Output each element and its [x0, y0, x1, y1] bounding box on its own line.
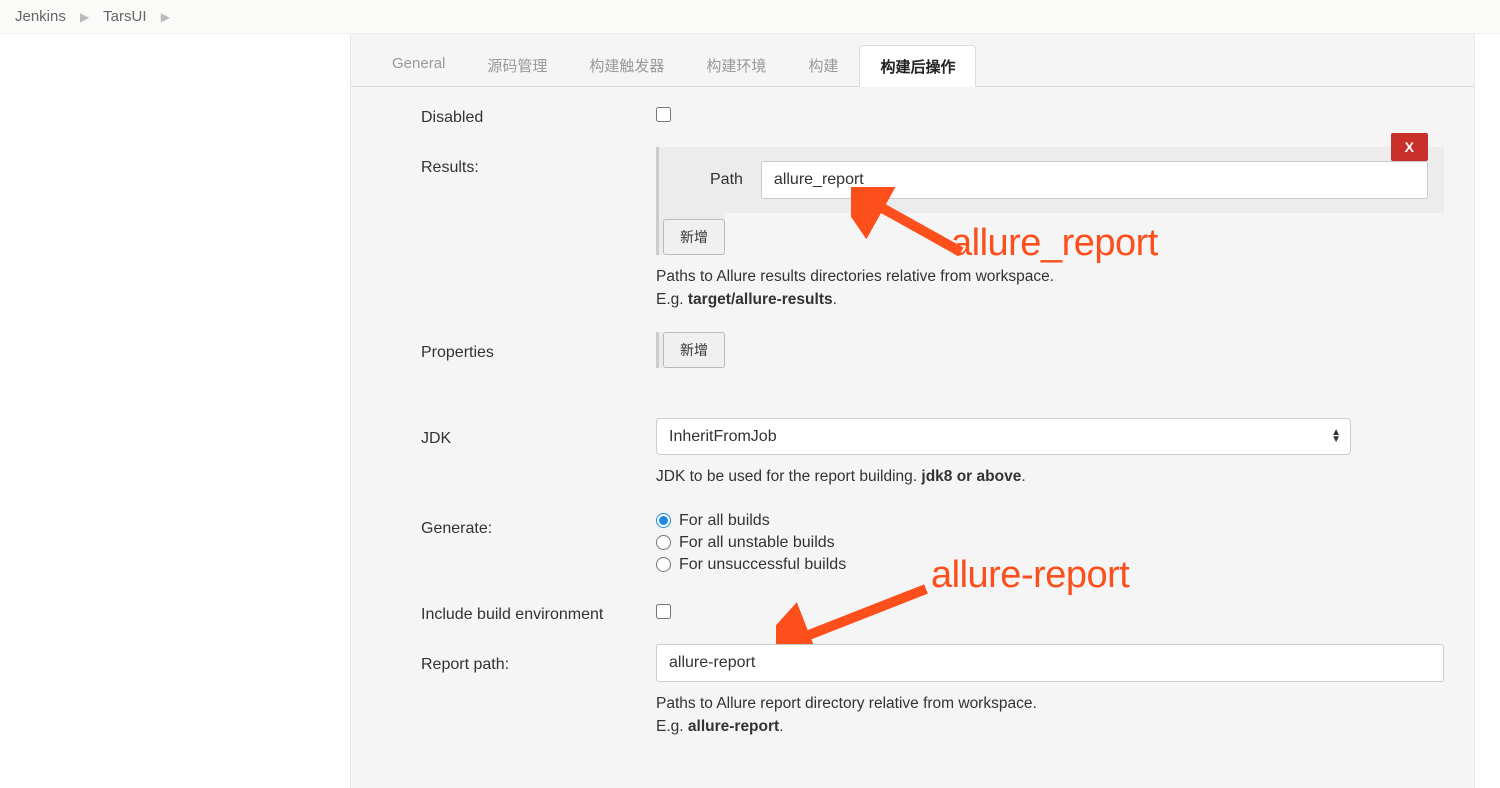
report-path-label: Report path:: [421, 644, 656, 674]
results-add-button[interactable]: 新增: [663, 219, 725, 255]
results-label: Results:: [421, 147, 656, 177]
breadcrumb-root[interactable]: Jenkins: [15, 8, 66, 25]
jdk-help: JDK to be used for the report building. …: [656, 465, 1444, 488]
annotation-top: allure_report: [951, 222, 1158, 265]
tab-env[interactable]: 构建环境: [685, 44, 787, 86]
disabled-checkbox[interactable]: [656, 107, 671, 122]
config-tabs: General 源码管理 构建触发器 构建环境 构建 构建后操作: [351, 34, 1474, 87]
results-path-input[interactable]: [761, 161, 1428, 199]
generate-label: Generate:: [421, 508, 656, 538]
generate-radio-unsuccessful[interactable]: [656, 557, 671, 572]
tab-scm[interactable]: 源码管理: [466, 44, 568, 86]
tab-general[interactable]: General: [371, 44, 466, 86]
generate-option-all[interactable]: For all builds: [656, 512, 1444, 530]
sidebar: [0, 34, 350, 788]
jdk-label: JDK: [421, 418, 656, 448]
remove-button[interactable]: X: [1391, 133, 1428, 161]
jdk-select[interactable]: InheritFromJob: [656, 418, 1351, 455]
config-form: Disabled Results: X Path 新增: [351, 87, 1474, 788]
tab-post-build[interactable]: 构建后操作: [859, 45, 976, 87]
properties-label: Properties: [421, 332, 656, 362]
report-path-input[interactable]: [656, 644, 1444, 682]
report-path-help: Paths to Allure report directory relativ…: [656, 692, 1444, 739]
include-env-checkbox[interactable]: [656, 604, 671, 619]
results-help: Paths to Allure results directories rela…: [656, 265, 1444, 312]
generate-radio-unstable[interactable]: [656, 535, 671, 550]
breadcrumb: Jenkins ▶ TarsUI ▶: [0, 0, 1500, 34]
results-entry: X Path: [656, 147, 1444, 213]
generate-option-unstable[interactable]: For all unstable builds: [656, 534, 1444, 552]
generate-option-unsuccessful[interactable]: For unsuccessful builds: [656, 556, 1444, 574]
tab-triggers[interactable]: 构建触发器: [568, 44, 685, 86]
chevron-right-icon: ▶: [80, 10, 89, 24]
breadcrumb-job[interactable]: TarsUI: [103, 8, 146, 25]
properties-add-button[interactable]: 新增: [663, 332, 725, 368]
path-label: Path: [675, 171, 743, 189]
disabled-label: Disabled: [421, 97, 656, 127]
tab-build[interactable]: 构建: [787, 44, 859, 86]
chevron-right-icon: ▶: [161, 10, 170, 24]
include-env-label: Include build environment: [421, 594, 656, 624]
generate-radio-all[interactable]: [656, 513, 671, 528]
